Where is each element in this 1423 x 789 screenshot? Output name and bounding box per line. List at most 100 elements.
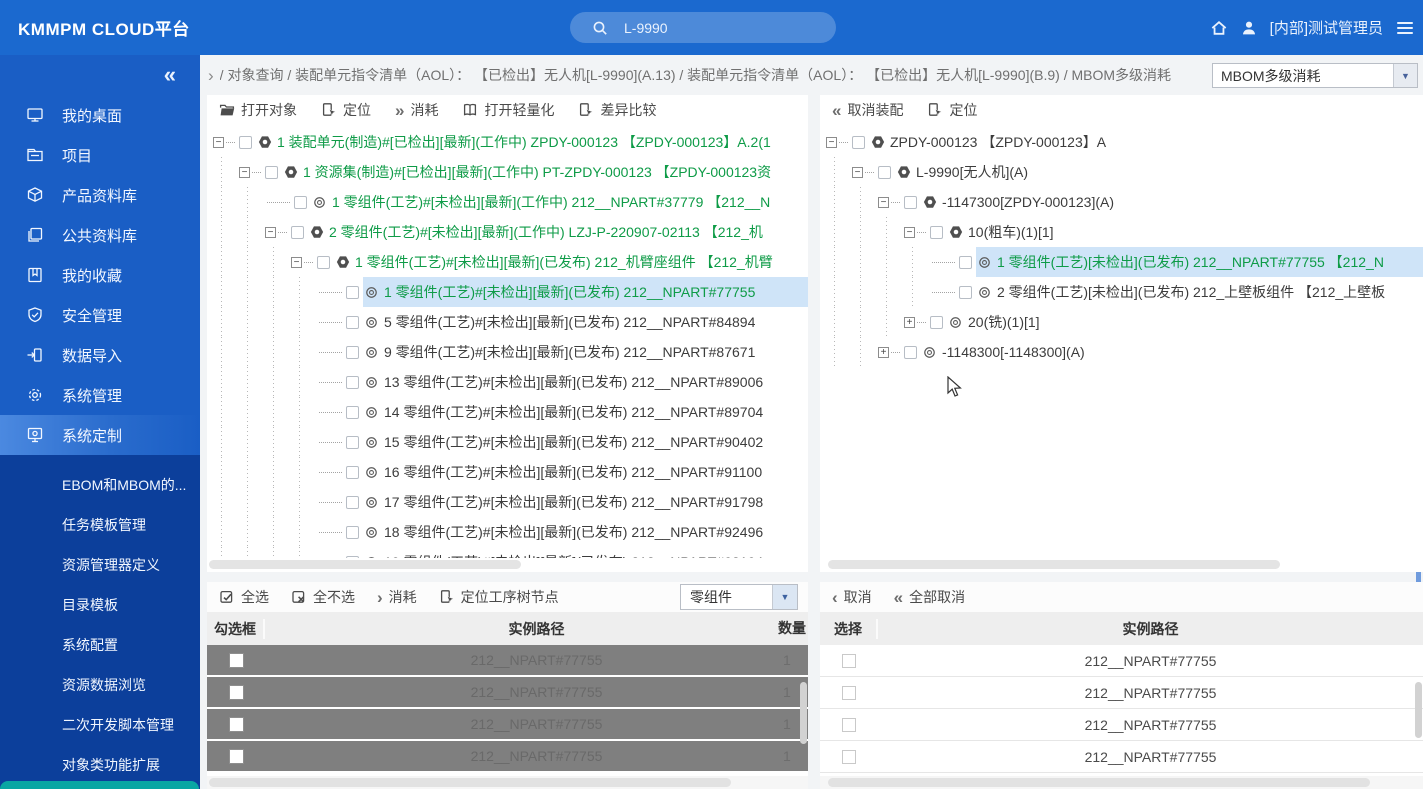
toolbar-button[interactable]: 打开对象: [219, 100, 297, 120]
node-label[interactable]: 1 零组件(工艺)[未检出](已发布) 212__NPART#77755 【21…: [997, 252, 1384, 272]
node-label[interactable]: 17 零组件(工艺)#[未检出][最新](已发布) 212__NPART#917…: [384, 492, 763, 512]
node-label[interactable]: 1 零组件(工艺)#[未检出][最新](已发布) 212__NPART#7775…: [384, 282, 755, 302]
node-checkbox[interactable]: [346, 466, 359, 479]
tree-row[interactable]: − 1 装配单元(制造)#[已检出][最新](工作中) ZPDY-000123 …: [213, 127, 808, 157]
row-checkbox[interactable]: [229, 717, 244, 732]
tree-node-content[interactable]: 20(铣)(1)[1]: [947, 307, 1423, 337]
collapse-toggle[interactable]: −: [878, 197, 889, 208]
sidebar-subitem-4[interactable]: 系统配置: [0, 625, 200, 665]
node-checkbox[interactable]: [959, 256, 972, 269]
node-checkbox[interactable]: [346, 376, 359, 389]
toolbar-button[interactable]: 定位: [321, 100, 371, 120]
sidebar-item-8[interactable]: 系统定制: [0, 415, 200, 455]
tree-row[interactable]: 19 零组件(工艺)#[未检出][最新](已发布) 212__NPART#931…: [213, 547, 808, 558]
sidebar-collapse[interactable]: «: [0, 55, 200, 95]
chevron-down-icon[interactable]: ▼: [772, 585, 797, 609]
toolbar-button[interactable]: 打开轻量化: [462, 100, 554, 120]
tree-node-content[interactable]: 5 零组件(工艺)#[未检出][最新](已发布) 212__NPART#8489…: [363, 307, 808, 337]
view-mode-dropdown[interactable]: MBOM多级消耗 ▼: [1212, 63, 1418, 88]
collapse-toggle[interactable]: −: [239, 167, 250, 178]
tree-row[interactable]: 1 零组件(工艺)#[未检出][最新](已发布) 212__NPART#7775…: [213, 277, 808, 307]
tree-node-content[interactable]: -1148300[-1148300](A): [921, 337, 1423, 367]
tree-node-content[interactable]: 2 零组件(工艺)[未检出](已发布) 212_上壁板组件 【212_上壁板: [976, 277, 1423, 307]
tree-node-content[interactable]: ZPDY-000123 【ZPDY-000123】A: [869, 127, 1423, 157]
tree-row[interactable]: 15 零组件(工艺)#[未检出][最新](已发布) 212__NPART#904…: [213, 427, 808, 457]
tree-node-content[interactable]: 1 零组件(工艺)#[未检出][最新](已发布) 212_机臂座组件 【212_…: [334, 247, 808, 277]
node-checkbox[interactable]: [239, 136, 252, 149]
node-label[interactable]: ZPDY-000123 【ZPDY-000123】A: [890, 132, 1106, 152]
node-label[interactable]: 1 零组件(工艺)#[未检出][最新](已发布) 212_机臂座组件 【212_…: [355, 252, 773, 272]
sidebar-item-4[interactable]: 我的收藏: [0, 255, 200, 295]
collapse-toggle[interactable]: −: [852, 167, 863, 178]
toolbar-button[interactable]: 定位工序树节点: [439, 587, 559, 607]
toolbar-button[interactable]: «取消装配: [832, 100, 903, 120]
node-label[interactable]: L-9990[无人机](A): [916, 162, 1028, 182]
tree-node-content[interactable]: 14 零组件(工艺)#[未检出][最新](已发布) 212__NPART#897…: [363, 397, 808, 427]
tree-row[interactable]: 14 零组件(工艺)#[未检出][最新](已发布) 212__NPART#897…: [213, 397, 808, 427]
node-label[interactable]: 9 零组件(工艺)#[未检出][最新](已发布) 212__NPART#8767…: [384, 342, 755, 362]
sidebar-subitem-2[interactable]: 资源管理器定义: [0, 545, 200, 585]
node-checkbox[interactable]: [904, 346, 917, 359]
toolbar-button[interactable]: 定位: [927, 100, 977, 120]
sidebar-item-5[interactable]: 安全管理: [0, 295, 200, 335]
toolbar-button[interactable]: ›消耗: [377, 587, 417, 607]
menu-icon[interactable]: [1397, 22, 1413, 34]
global-search[interactable]: [570, 12, 836, 43]
sidebar-subitem-6[interactable]: 二次开发脚本管理: [0, 705, 200, 745]
tree-row[interactable]: − ZPDY-000123 【ZPDY-000123】A: [826, 127, 1423, 157]
node-checkbox[interactable]: [930, 316, 943, 329]
node-checkbox[interactable]: [265, 166, 278, 179]
chevron-down-icon[interactable]: ▼: [1393, 64, 1417, 87]
node-checkbox[interactable]: [346, 526, 359, 539]
row-checkbox[interactable]: [229, 749, 244, 764]
node-label[interactable]: 5 零组件(工艺)#[未检出][最新](已发布) 212__NPART#8489…: [384, 312, 755, 332]
collapse-toggle[interactable]: −: [291, 257, 302, 268]
toolbar-button[interactable]: ‹取消: [832, 587, 872, 607]
table-row[interactable]: 212__NPART#77755: [820, 677, 1423, 709]
collapse-toggle[interactable]: −: [904, 227, 915, 238]
sidebar-item-7[interactable]: 系统管理: [0, 375, 200, 415]
tree-node-content[interactable]: 1 零组件(工艺)#[未检出][最新](工作中) 212__NPART#3777…: [311, 187, 808, 217]
search-input[interactable]: [622, 19, 792, 37]
row-checkbox[interactable]: [842, 654, 856, 668]
tree-node-content[interactable]: 18 零组件(工艺)#[未检出][最新](已发布) 212__NPART#924…: [363, 517, 808, 547]
target-tree-hscrollbar[interactable]: [828, 560, 1280, 569]
row-checkbox[interactable]: [229, 653, 244, 668]
expand-toggle[interactable]: +: [878, 347, 889, 358]
tree-node-content[interactable]: -1147300[ZPDY-000123](A): [921, 187, 1423, 217]
tree-node-content[interactable]: L-9990[无人机](A): [895, 157, 1423, 187]
toolbar-button[interactable]: 差异比较: [578, 100, 656, 120]
toolbar-button[interactable]: »消耗: [395, 100, 438, 120]
tree-node-content[interactable]: 1 零组件(工艺)#[未检出][最新](已发布) 212__NPART#7775…: [363, 277, 808, 307]
node-label[interactable]: 14 零组件(工艺)#[未检出][最新](已发布) 212__NPART#897…: [384, 402, 763, 422]
sidebar-item-3[interactable]: 公共资料库: [0, 215, 200, 255]
node-label[interactable]: 10(粗车)(1)[1]: [968, 222, 1054, 242]
left-table-vscrollbar[interactable]: [800, 682, 807, 744]
table-row[interactable]: 212__NPART#77755 1: [207, 645, 808, 677]
table-row[interactable]: 212__NPART#77755 1: [207, 709, 808, 741]
sidebar-item-0[interactable]: 我的桌面: [0, 95, 200, 135]
collapse-toggle[interactable]: −: [265, 227, 276, 238]
node-label[interactable]: -1147300[ZPDY-000123](A): [942, 194, 1114, 210]
node-checkbox[interactable]: [291, 226, 304, 239]
sidebar-subitem-0[interactable]: EBOM和MBOM的...: [0, 465, 200, 505]
toolbar-button[interactable]: 全选: [219, 587, 269, 607]
row-checkbox[interactable]: [229, 685, 244, 700]
tree-node-content[interactable]: 15 零组件(工艺)#[未检出][最新](已发布) 212__NPART#904…: [363, 427, 808, 457]
right-table-vscrollbar[interactable]: [1415, 682, 1422, 738]
tree-node-content[interactable]: 9 零组件(工艺)#[未检出][最新](已发布) 212__NPART#8767…: [363, 337, 808, 367]
node-checkbox[interactable]: [294, 196, 307, 209]
node-label[interactable]: 15 零组件(工艺)#[未检出][最新](已发布) 212__NPART#904…: [384, 432, 763, 452]
tree-row[interactable]: 16 零组件(工艺)#[未检出][最新](已发布) 212__NPART#911…: [213, 457, 808, 487]
tree-node-content[interactable]: 19 零组件(工艺)#[未检出][最新](已发布) 212__NPART#931…: [363, 547, 808, 558]
tree-node-content[interactable]: 16 零组件(工艺)#[未检出][最新](已发布) 212__NPART#911…: [363, 457, 808, 487]
collapse-toggle[interactable]: −: [826, 137, 837, 148]
sidebar-subitem-1[interactable]: 任务模板管理: [0, 505, 200, 545]
toolbar-button[interactable]: «全部取消: [894, 587, 965, 607]
node-checkbox[interactable]: [930, 226, 943, 239]
tree-row[interactable]: − 1 零组件(工艺)#[未检出][最新](已发布) 212_机臂座组件 【21…: [213, 247, 808, 277]
table-row[interactable]: 212__NPART#77755: [820, 709, 1423, 741]
node-label[interactable]: -1148300[-1148300](A): [942, 344, 1085, 360]
tree-row[interactable]: − 10(粗车)(1)[1]: [826, 217, 1423, 247]
tree-node-content[interactable]: 10(粗车)(1)[1]: [947, 217, 1423, 247]
